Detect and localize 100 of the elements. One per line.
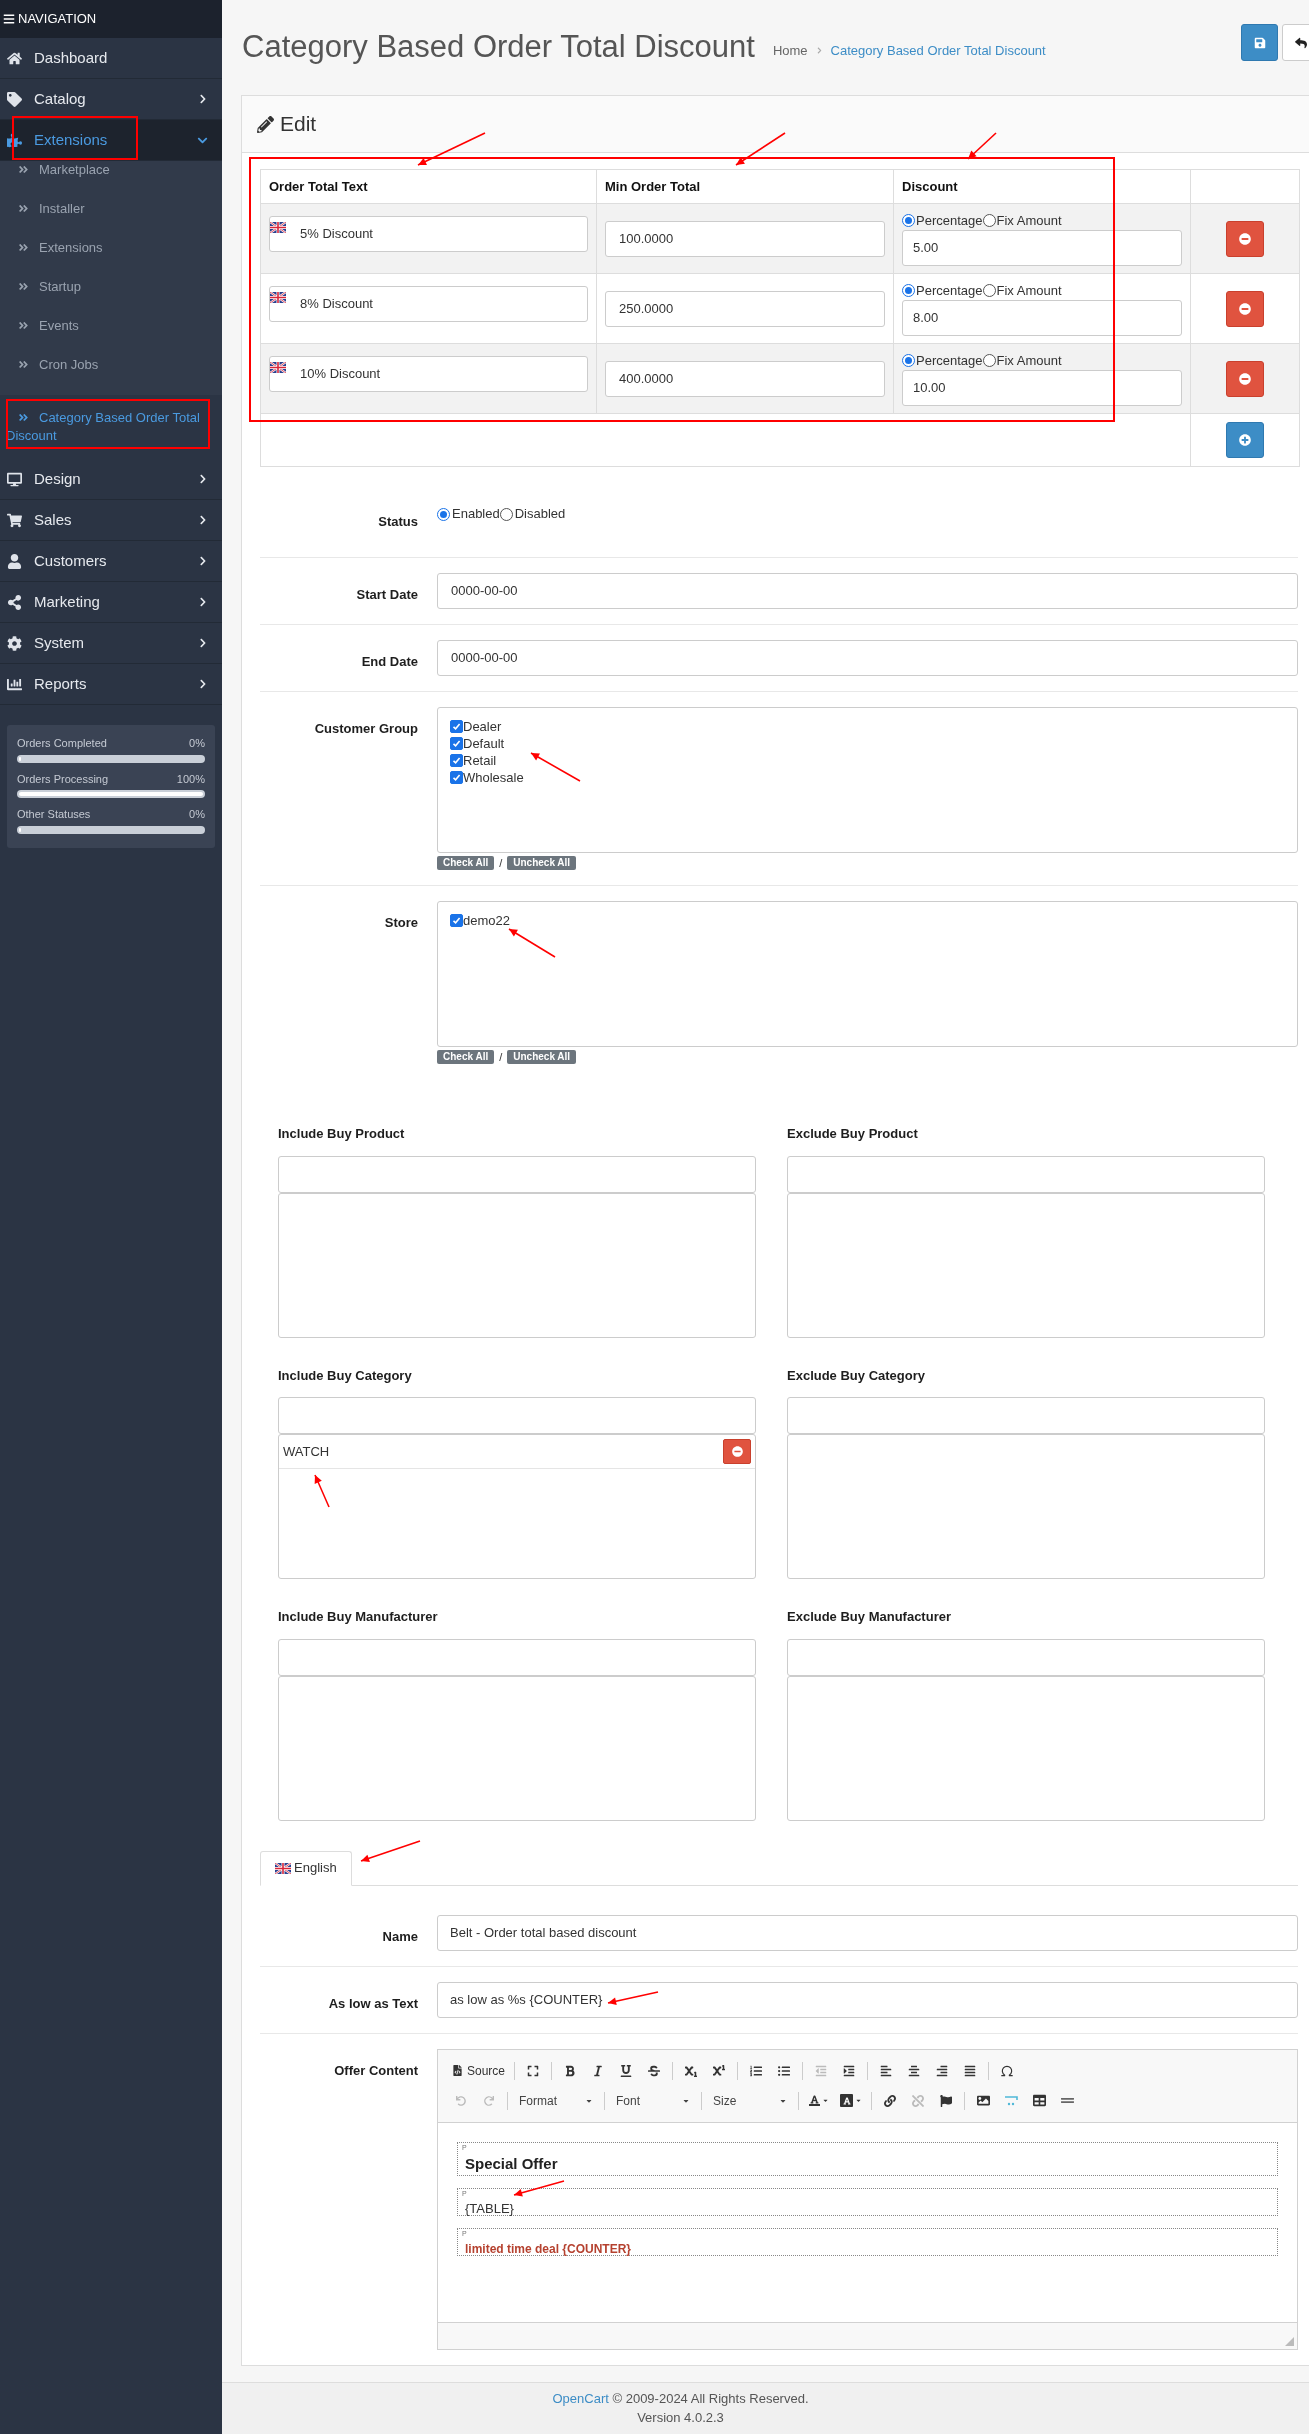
nav-item[interactable]: Sales [0,500,222,541]
checkbox[interactable] [450,737,463,750]
copyright-text: © 2009-2024 All Rights Reserved. [612,2390,809,2406]
double-chevron-icon [18,412,29,423]
checkbox[interactable] [450,914,463,927]
save-button[interactable] [1241,24,1278,61]
autocomplete-field[interactable] [278,1638,756,1676]
discount-text-field[interactable]: 5% Discount [269,216,588,252]
autocomplete-field[interactable] [278,1155,756,1193]
remove-button[interactable] [1226,290,1264,327]
discount-text-field[interactable]: 8% Discount [269,286,588,322]
stat-label: Other Statuses [17,807,91,822]
back-button[interactable] [1282,24,1309,61]
puzzle-icon [7,132,22,148]
chevron-right-icon [198,556,208,566]
undo-icon [456,2095,466,2106]
bold-icon [564,2064,577,2077]
flag-icon [275,1862,291,1874]
submenu-item[interactable]: Marketplace [0,161,222,200]
nav-item[interactable]: Extensions [0,120,222,161]
checkbox[interactable] [450,771,463,784]
field-label: End Date [361,654,418,669]
nav-item[interactable]: Dashboard [0,38,222,79]
submenu-item[interactable]: Cron Jobs [0,356,222,395]
nav-item[interactable]: Customers [0,541,222,582]
editor-dropdown[interactable]: Font [610,2088,696,2113]
autocomplete-field[interactable] [787,1638,1265,1676]
stat-reading: 0% [189,807,205,822]
autocomplete-field[interactable] [787,1397,1265,1434]
radio-button[interactable] [902,354,915,367]
version-text: Version 4.0.2.3 [637,2409,724,2427]
autocomplete-field[interactable] [278,1397,756,1434]
checkbox-label: Dealer [463,717,502,736]
submenu-item[interactable]: Startup [0,278,222,317]
radio-label: Percentage [916,281,983,300]
field-label: Status [378,514,418,529]
end-date-field[interactable]: 0000-00-00 [437,640,1298,676]
checkbox-label: demo22 [463,911,510,930]
uncheck-all-button[interactable]: Uncheck All [507,1050,577,1064]
user-icon [7,553,22,569]
field-label: Store [384,915,418,930]
checkbox[interactable] [450,754,463,767]
field-label: Start Date [356,587,418,602]
radio-button[interactable] [982,284,996,297]
editor-dropdown[interactable]: Format [513,2088,599,2113]
editor-dropdown[interactable]: Size [707,2088,793,2113]
column-header: Order Total Text [269,177,368,196]
nav-item[interactable]: System [0,623,222,664]
breadcrumb-chevron-icon [815,47,823,54]
name-field[interactable]: Belt - Order total based discount [437,1914,1298,1951]
discount-amount-field[interactable]: 10.00 [902,370,1182,406]
radio-button[interactable] [982,354,996,367]
as-low-as-field[interactable]: as low as %s {COUNTER} [437,1981,1298,2018]
pencil-icon [257,115,274,133]
chevron-right-icon [198,94,208,104]
resize-handle-icon[interactable] [1285,2336,1294,2346]
radio-button[interactable] [902,214,915,227]
min-total-field[interactable]: 400.0000 [605,361,885,397]
min-total-field[interactable]: 250.0000 [605,291,885,327]
autocomplete-field[interactable] [787,1155,1265,1193]
check-all-button[interactable]: Check All [437,856,495,870]
remove-button[interactable] [1226,360,1264,397]
add-button[interactable] [1226,422,1264,458]
radio-button[interactable] [902,284,915,297]
remove-button[interactable] [1226,220,1264,257]
radio-button[interactable] [437,507,450,521]
uncheck-all-button[interactable]: Uncheck All [507,856,577,870]
language-tab[interactable]: English [260,1850,352,1886]
submenu-item[interactable]: Events [0,317,222,356]
page-title: Category Based Order Total Discount [242,28,755,67]
remove-button[interactable] [723,1439,751,1464]
nav-item[interactable]: Marketing [0,582,222,623]
check-all-button[interactable]: Check All [437,1050,495,1064]
submenu-item[interactable]: Extensions [0,239,222,278]
tag-icon [7,91,22,107]
indent-icon [843,2064,856,2077]
reply-icon [1294,36,1307,49]
image-icon [976,2094,990,2107]
start-date-field[interactable]: 0000-00-00 [437,573,1298,609]
checkbox[interactable] [450,720,463,733]
submenu-item[interactable]: Installer [0,200,222,239]
nav-item[interactable]: Reports [0,664,222,705]
caret-icon [855,2097,862,2104]
nav-item[interactable]: Design [0,459,222,500]
radio-button[interactable] [982,214,996,227]
breadcrumb-link[interactable]: Home [772,40,808,61]
min-total-field[interactable]: 100.0000 [605,221,885,257]
italic-icon [592,2064,605,2077]
bullet-list-icon [778,2064,791,2077]
discount-amount-field[interactable]: 8.00 [902,300,1182,336]
radio-label: Enabled [452,505,500,524]
panel-title: Edit [280,111,317,138]
cart-icon [7,512,22,528]
source-button[interactable]: Source [448,2058,510,2083]
align-center-icon [908,2064,921,2077]
discount-text-field[interactable]: 10% Discount [269,356,588,392]
radio-button[interactable] [499,507,513,521]
discount-amount-field[interactable]: 5.00 [902,230,1182,266]
link-icon [884,2094,896,2107]
stat-label: Orders Completed [17,736,107,751]
